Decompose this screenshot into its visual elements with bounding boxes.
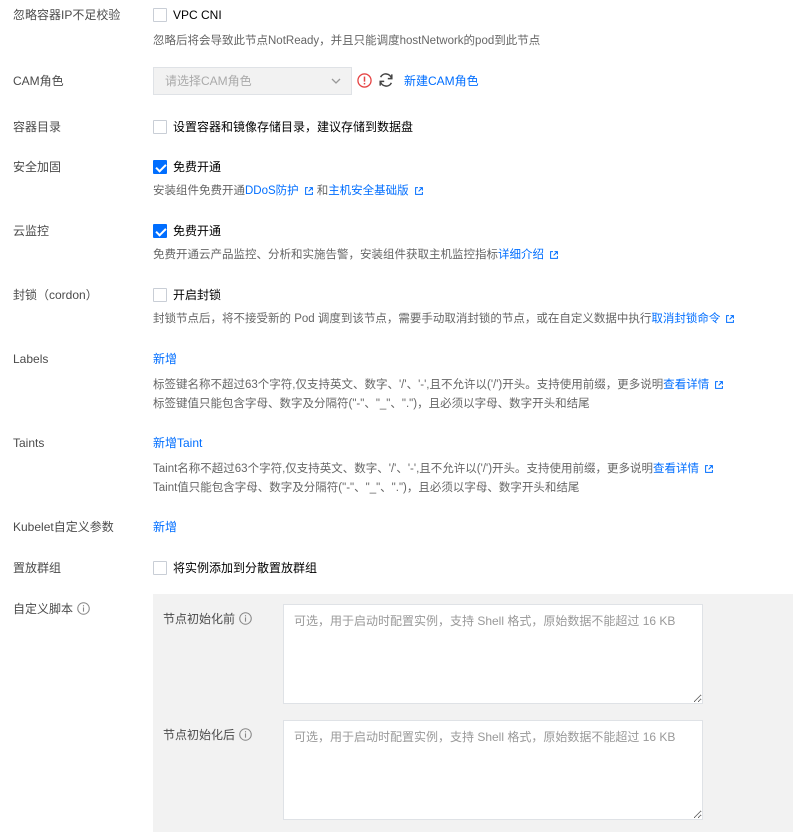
external-link-icon (304, 187, 313, 195)
cordon-checkbox-label: 开启封锁 (173, 288, 222, 302)
before-init-label: 节点初始化前 (163, 612, 252, 626)
security-hint-and: 和 (316, 185, 329, 197)
external-link-icon (550, 251, 558, 259)
labels-label: Labels (13, 352, 49, 366)
ignore-ip-hint: 忽略后将会导致此节点NotReady，并且只能调度hostNetwork的pod… (153, 35, 541, 47)
add-label-link[interactable]: 新增 (153, 352, 177, 366)
taints-hint-2: Taint值只能包含字母、数字及分隔符("-"、"_"、".")，且必须以字母、… (153, 482, 580, 494)
labels-detail-link[interactable]: 查看详情 (663, 379, 709, 391)
before-init-label-text: 节点初始化前 (163, 612, 236, 626)
uncordon-command-link[interactable]: 取消封锁命令 (651, 313, 720, 325)
external-link-icon (414, 187, 423, 195)
monitor-detail-link[interactable]: 详细介绍 (498, 249, 544, 261)
ignore-ip-label: 忽略容器IP不足校验 (13, 8, 121, 22)
host-security-link[interactable]: 主机安全基础版 (328, 185, 409, 197)
cam-role-label: CAM角色 (13, 74, 64, 88)
cordon-hint-text: 封锁节点后，将不接受新的 Pod 调度到该节点，需要手动取消封锁的节点，或在自定… (153, 313, 652, 325)
after-init-label: 节点初始化后 (163, 728, 252, 742)
after-init-label-text: 节点初始化后 (163, 728, 236, 742)
container-dir-checkbox[interactable] (153, 120, 167, 134)
info-icon[interactable] (239, 612, 252, 625)
cam-role-select[interactable]: 请选择CAM角色 (153, 67, 352, 95)
refresh-icon[interactable] (378, 72, 394, 88)
taints-label: Taints (13, 436, 45, 450)
placement-checkbox-label: 将实例添加到分散置放群组 (173, 561, 318, 575)
external-link-icon (705, 465, 713, 473)
vpc-cni-checkbox[interactable] (153, 8, 167, 22)
info-icon[interactable] (77, 602, 90, 615)
security-label: 安全加固 (13, 160, 62, 174)
new-cam-role-link[interactable]: 新建CAM角色 (404, 74, 479, 88)
placement-label: 置放群组 (13, 561, 62, 575)
monitor-checkbox-label: 免费开通 (173, 224, 222, 238)
kubelet-label: Kubelet自定义参数 (13, 520, 114, 534)
labels-hint-2: 标签键值只能包含字母、数字及分隔符("-"、"_"、".")，且必须以字母、数字… (153, 398, 590, 410)
taints-hint-1: Taint名称不超过63个字符,仅支持英文、数字、'/'、'-',且不允许以('… (153, 461, 717, 477)
monitor-label: 云监控 (13, 224, 50, 238)
add-taint-link[interactable]: 新增Taint (153, 436, 202, 450)
security-checkbox[interactable] (153, 160, 167, 174)
custom-script-label-text: 自定义脚本 (13, 602, 74, 616)
info-icon[interactable] (239, 728, 252, 741)
container-dir-label: 容器目录 (13, 120, 62, 134)
cam-role-placeholder: 请选择CAM角色 (165, 74, 252, 88)
ddos-link[interactable]: DDoS防护 (245, 185, 299, 197)
cordon-hint: 封锁节点后，将不接受新的 Pod 调度到该节点，需要手动取消封锁的节点，或在自定… (153, 311, 738, 327)
add-kubelet-param-link[interactable]: 新增 (153, 520, 177, 534)
monitor-checkbox[interactable] (153, 224, 167, 238)
security-checkbox-label: 免费开通 (173, 160, 222, 174)
security-hint: 安装组件免费开通DDoS防护 和主机安全基础版 (153, 183, 427, 199)
after-init-script-input[interactable] (283, 720, 703, 820)
taints-detail-link[interactable]: 查看详情 (653, 463, 699, 475)
external-link-icon (726, 315, 735, 323)
security-hint-text: 安装组件免费开通 (153, 185, 245, 197)
cordon-checkbox[interactable] (153, 288, 167, 302)
before-init-script-input[interactable] (283, 604, 703, 704)
custom-script-label: 自定义脚本 (13, 602, 90, 616)
container-dir-checkbox-label: 设置容器和镜像存储目录，建议存储到数据盘 (173, 120, 414, 134)
vpc-cni-label: VPC CNI (173, 8, 222, 22)
external-link-icon (715, 381, 724, 389)
placement-checkbox[interactable] (153, 561, 167, 575)
taints-hint-1-text: Taint名称不超过63个字符,仅支持英文、数字、'/'、'-',且不允许以('… (153, 463, 654, 475)
chevron-down-icon (331, 78, 341, 84)
labels-hint-1: 标签键名称不超过63个字符,仅支持英文、数字、'/'、'-',且不允许以('/'… (153, 377, 727, 393)
monitor-hint: 免费开通云产品监控、分析和实施告警，安装组件获取主机监控指标详细介绍 (153, 247, 562, 263)
error-icon (357, 73, 372, 88)
labels-hint-1-text: 标签键名称不超过63个字符,仅支持英文、数字、'/'、'-',且不允许以('/'… (153, 379, 664, 391)
cordon-label: 封锁（cordon） (13, 288, 98, 302)
monitor-hint-text: 免费开通云产品监控、分析和实施告警，安装组件获取主机监控指标 (153, 249, 498, 261)
